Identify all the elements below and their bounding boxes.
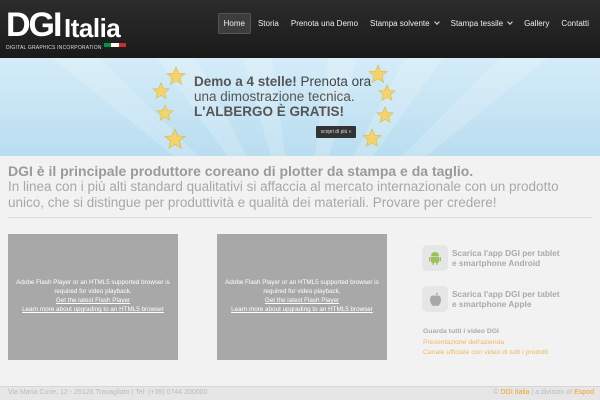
chevron-down-icon bbox=[433, 19, 440, 25]
logo-tagline: DIGITAL GRAPHICS INCORPORATION bbox=[6, 45, 102, 51]
intro-section: DGI è il principale produttore coreano d… bbox=[8, 163, 592, 211]
all-videos-link[interactable]: Guarda tutti i video DGI bbox=[423, 327, 548, 338]
star-icon bbox=[152, 82, 170, 100]
company-presentation-link[interactable]: Presentazione dell'azienda bbox=[423, 338, 548, 349]
banner-line-1: Demo a 4 stelle! Prenota ora bbox=[194, 74, 404, 89]
nav-gallery[interactable]: Gallery bbox=[519, 14, 554, 33]
video-player-2[interactable]: Adobe Flash Player or an HTML5 supported… bbox=[217, 234, 387, 360]
banner-more-button[interactable]: scopri di più » bbox=[316, 126, 356, 138]
html5-upgrade-link[interactable]: Learn more about upgrading to an HTML5 b… bbox=[8, 305, 178, 314]
video-message: Adobe Flash Player or an HTML5 supported… bbox=[217, 278, 387, 314]
nav-storia-label: Storia bbox=[257, 19, 279, 28]
android-icon bbox=[422, 245, 448, 271]
banner-line-1-bold: Demo a 4 stelle! bbox=[194, 74, 297, 89]
android-app-text: Scarica l'app DGI per tablet e smartphon… bbox=[452, 248, 560, 268]
apple-app-link[interactable]: Scarica l'app DGI per tablet e smartphon… bbox=[422, 286, 560, 312]
html5-upgrade-link[interactable]: Learn more about upgrading to an HTML5 b… bbox=[217, 305, 387, 314]
footer-address: Via Maria Curie, 12 - 25126 Travagliato … bbox=[8, 389, 208, 396]
logo-brand: DGI bbox=[6, 6, 62, 44]
banner-line-3: L'ALBERGO È GRATIS! bbox=[194, 104, 344, 119]
star-icon bbox=[156, 104, 174, 122]
nav-prenota-demo-label: Prenota una Demo bbox=[290, 19, 359, 28]
footer-division-text: | a division of bbox=[529, 389, 575, 396]
footer-copyright: © DGI Italia | a division of Espod bbox=[493, 389, 594, 396]
intro-text: In linea con i più alti standard qualita… bbox=[8, 179, 559, 210]
site-logo[interactable]: DGI Italia DIGITAL GRAPHICS INCORPORATIO… bbox=[6, 8, 126, 52]
nav-home[interactable]: Home bbox=[217, 13, 251, 34]
banner-line-1-rest: Prenota ora bbox=[296, 74, 372, 89]
nav-prenota-demo[interactable]: Prenota una Demo bbox=[286, 14, 363, 33]
nav-home-label: Home bbox=[223, 19, 245, 28]
video-message-text: Adobe Flash Player or an HTML5 supported… bbox=[225, 279, 379, 295]
nav-stampa-solvente[interactable]: Stampa solvente bbox=[365, 14, 444, 33]
android-app-line-1: Scarica l'app DGI per tablet bbox=[452, 248, 560, 258]
logo-country: Italia bbox=[64, 13, 121, 43]
banner-text: Demo a 4 stelle! Prenota ora una dimostr… bbox=[194, 74, 404, 119]
video-links: Guarda tutti i video DGI Presentazione d… bbox=[423, 327, 548, 359]
italian-flag-icon bbox=[104, 43, 126, 47]
apple-app-line-1: Scarica l'app DGI per tablet bbox=[452, 289, 560, 299]
section-divider bbox=[8, 217, 592, 218]
nav-stampa-tessile[interactable]: Stampa tessile bbox=[446, 14, 517, 33]
video-message-text: Adobe Flash Player or an HTML5 supported… bbox=[16, 279, 170, 295]
nav-contatti[interactable]: Contatti bbox=[556, 14, 594, 33]
site-footer: Via Maria Curie, 12 - 25126 Travagliato … bbox=[0, 386, 600, 400]
video-message: Adobe Flash Player or an HTML5 supported… bbox=[8, 278, 178, 314]
video-player-1[interactable]: Adobe Flash Player or an HTML5 supported… bbox=[8, 234, 178, 360]
intro-title: DGI è il principale produttore coreano d… bbox=[8, 163, 474, 179]
footer-brand-link[interactable]: DGI Italia bbox=[500, 389, 529, 396]
promo-banner[interactable]: Demo a 4 stelle! Prenota ora una dimostr… bbox=[0, 58, 600, 156]
flash-player-link[interactable]: Get the latest Flash Player bbox=[217, 296, 387, 305]
banner-line-2: una dimostrazione tecnica. bbox=[194, 89, 355, 104]
nav-stampa-solvente-label: Stampa solvente bbox=[370, 19, 430, 28]
star-icon bbox=[164, 128, 186, 149]
apple-icon bbox=[422, 286, 448, 312]
flash-player-link[interactable]: Get the latest Flash Player bbox=[8, 296, 178, 305]
apple-app-line-2: e smartphone Apple bbox=[452, 299, 532, 309]
nav-stampa-tessile-label: Stampa tessile bbox=[450, 19, 504, 28]
android-app-line-2: e smartphone Android bbox=[452, 258, 541, 268]
nav-gallery-label: Gallery bbox=[524, 19, 550, 28]
apple-app-text: Scarica l'app DGI per tablet e smartphon… bbox=[452, 289, 560, 309]
banner-content: Demo a 4 stelle! Prenota ora una dimostr… bbox=[150, 60, 450, 154]
star-icon bbox=[362, 128, 382, 148]
main-nav: Home Storia Prenota una Demo Stampa solv… bbox=[216, 13, 594, 34]
footer-parent-link[interactable]: Espod bbox=[574, 389, 594, 396]
official-channel-link[interactable]: Canale ufficiale con video di tutti i pr… bbox=[423, 348, 548, 359]
chevron-down-icon bbox=[507, 19, 513, 25]
android-app-link[interactable]: Scarica l'app DGI per tablet e smartphon… bbox=[422, 245, 560, 271]
site-header: DGI Italia DIGITAL GRAPHICS INCORPORATIO… bbox=[0, 0, 600, 58]
nav-storia[interactable]: Storia bbox=[253, 14, 284, 33]
nav-contatti-label: Contatti bbox=[561, 19, 589, 28]
